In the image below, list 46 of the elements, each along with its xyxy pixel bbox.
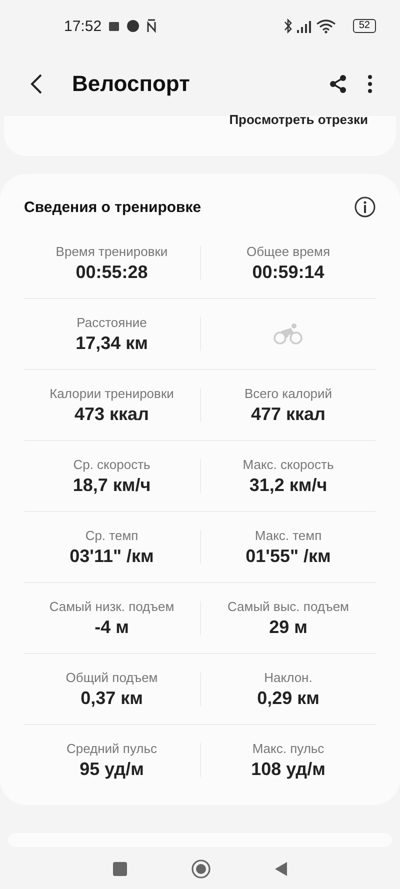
- stat-value: 108 уд/м: [251, 758, 326, 780]
- info-icon[interactable]: [354, 196, 376, 218]
- stat-value: 473 ккал: [74, 404, 149, 424]
- more-icon: [367, 74, 373, 94]
- stat-value: -4 м: [94, 616, 129, 638]
- stat-label: Самый низк. подъем: [49, 598, 174, 614]
- page-title: Велоспорт: [72, 71, 191, 97]
- message-icon: [108, 20, 120, 32]
- stat-label: Время тренировки: [56, 244, 168, 258]
- battery-level: 52: [352, 19, 376, 33]
- stat-label: Наклон.: [264, 670, 312, 684]
- segments-link[interactable]: Просмотреть отрезки: [229, 112, 368, 127]
- home-button[interactable]: [190, 859, 211, 879]
- status-time: 17:52: [64, 18, 102, 34]
- stat-value: 477 ккал: [251, 404, 326, 424]
- stat-value: 03'11" /км: [70, 546, 154, 566]
- share-icon: [328, 74, 348, 94]
- stat-label: Общий подъем: [66, 670, 158, 684]
- app-icon: [126, 19, 140, 33]
- stat-value: 31,2 км/ч: [249, 474, 328, 496]
- stat-label: Ср. скорость: [73, 456, 150, 472]
- stat-value: 00:59:14: [252, 262, 324, 282]
- stat-value: 0,29 км: [257, 688, 320, 708]
- stat-value: 00:55:28: [76, 262, 148, 282]
- stat-label: Самый выс. подъем: [228, 598, 349, 614]
- stat-label: Общее время: [246, 244, 330, 258]
- back-icon: [29, 73, 43, 95]
- recents-button[interactable]: [112, 861, 128, 877]
- stat-label: Макс. скорость: [242, 456, 334, 472]
- stat-label: Макс. пульс: [252, 740, 324, 756]
- stat-value: 0,37 км: [80, 688, 143, 708]
- stat-value: 17,34 км: [76, 332, 148, 354]
- stat-value: 18,7 км/ч: [72, 474, 151, 496]
- stat-value: 01'55" /км: [246, 546, 331, 566]
- stat-label: Ср. темп: [85, 528, 138, 542]
- back-nav-button[interactable]: [274, 861, 288, 877]
- n-icon: [146, 19, 156, 33]
- stat-label: Калории тренировки: [50, 386, 174, 400]
- stat-label: Средний пульс: [66, 740, 158, 756]
- stat-value: 95 уд/м: [80, 758, 144, 780]
- stat-label: Всего калорий: [244, 386, 332, 400]
- stat-value: 29 м: [269, 616, 308, 638]
- stat-label: Макс. темп: [254, 528, 322, 542]
- stat-label: Расстояние: [76, 314, 147, 330]
- card-title: Сведения о тренировке: [24, 198, 202, 216]
- cyclist-icon: [273, 323, 304, 345]
